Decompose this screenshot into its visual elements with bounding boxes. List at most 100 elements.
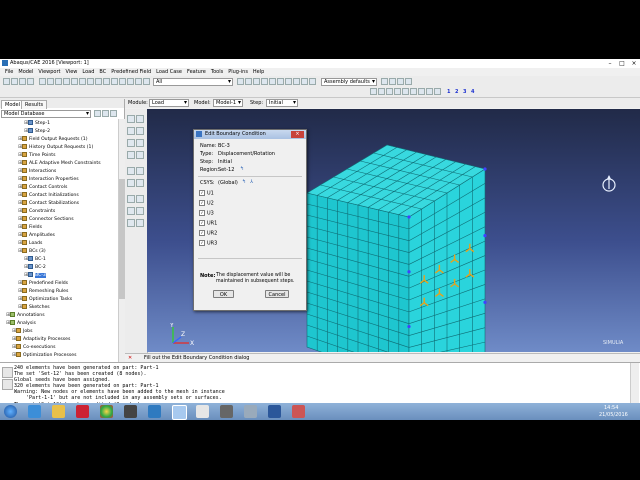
view-cube-icon[interactable] bbox=[601, 175, 617, 195]
tree-item-ale-adaptive-mesh-constraints[interactable]: ⊞ ALE Adaptive Mesh Constraints bbox=[18, 159, 101, 167]
tree-filter-icon[interactable] bbox=[94, 110, 101, 117]
view-x-icon[interactable] bbox=[370, 88, 377, 95]
tree-item-connector-sections[interactable]: ⊞ Connector Sections bbox=[18, 215, 74, 223]
edit-csys-icon[interactable]: ↰ bbox=[242, 179, 246, 185]
word-icon[interactable] bbox=[268, 405, 281, 418]
tree-collapse-icon[interactable] bbox=[110, 110, 117, 117]
load-case-manager-icon[interactable] bbox=[136, 151, 144, 159]
deselect-icon[interactable] bbox=[245, 78, 252, 85]
menu-tools[interactable]: Tools bbox=[211, 68, 223, 76]
select-all-icon[interactable] bbox=[237, 78, 244, 85]
select-arrow-icon[interactable] bbox=[39, 78, 46, 85]
dialog-close-button[interactable]: × bbox=[291, 131, 304, 138]
open-file-icon[interactable] bbox=[11, 78, 18, 85]
create-bc-icon[interactable] bbox=[127, 127, 135, 135]
snip-icon[interactable] bbox=[244, 405, 257, 418]
view-top-icon[interactable] bbox=[402, 88, 409, 95]
tree-item-analysis[interactable]: ⊞ Analysis bbox=[6, 319, 36, 327]
model-select[interactable]: Model-1 bbox=[213, 99, 243, 107]
view-number-3[interactable]: 3 bbox=[463, 87, 466, 97]
parallel-icon[interactable] bbox=[293, 78, 300, 85]
pdf-icon[interactable] bbox=[292, 405, 305, 418]
view-bottom-icon[interactable] bbox=[410, 88, 417, 95]
tree-item-predefined-fields[interactable]: ⊞ Predefined Fields bbox=[18, 279, 68, 287]
minimize-button[interactable]: – bbox=[604, 59, 616, 68]
chrome-icon[interactable] bbox=[100, 405, 113, 418]
query-tool-icon[interactable] bbox=[127, 195, 135, 203]
create-load-case-icon[interactable] bbox=[127, 151, 135, 159]
datum-icon[interactable] bbox=[136, 179, 144, 187]
render-style-icon[interactable] bbox=[261, 78, 268, 85]
menu-load-case[interactable]: Load Case bbox=[156, 68, 182, 76]
tree-item-contact-stabilizations[interactable]: ⊞ Contact Stabilizations bbox=[18, 199, 79, 207]
tree-item-step-2[interactable]: ⊞ Step-2 bbox=[24, 127, 50, 135]
menu-file[interactable]: File bbox=[5, 68, 13, 76]
edit-region-icon[interactable]: ↰ bbox=[240, 166, 244, 172]
tree-item-interactions[interactable]: ⊞ Interactions bbox=[18, 167, 56, 175]
dof-checkbox-u1[interactable]: ✓ U1 bbox=[199, 190, 214, 197]
dof-checkbox-ur1[interactable]: ✓ UR1 bbox=[199, 220, 217, 227]
query-icon[interactable] bbox=[111, 78, 118, 85]
menu-view[interactable]: View bbox=[66, 68, 78, 76]
kernel-command-icon[interactable] bbox=[2, 379, 13, 390]
menu-predefined-field[interactable]: Predefined Field bbox=[111, 68, 151, 76]
partition-icon[interactable] bbox=[136, 195, 144, 203]
tree-item-adaptivity-processes[interactable]: ⊞ Adaptivity Processes bbox=[12, 335, 70, 343]
app-icon[interactable] bbox=[124, 405, 137, 418]
perspective-icon[interactable] bbox=[285, 78, 292, 85]
fit-view-icon[interactable] bbox=[79, 78, 86, 85]
cancel-button[interactable]: Cancel bbox=[265, 290, 289, 298]
abaqus-task-icon[interactable] bbox=[172, 405, 187, 420]
view-right-icon[interactable] bbox=[426, 88, 433, 95]
tree-item-history-output-requests-1[interactable]: ⊞ History Output Requests (1) bbox=[18, 143, 93, 151]
set-manager-icon[interactable] bbox=[127, 207, 135, 215]
shaded-icon[interactable] bbox=[143, 78, 150, 85]
dof-checkbox-u2[interactable]: ✓ U2 bbox=[199, 200, 214, 207]
prompt-cancel-icon[interactable]: ✕ bbox=[128, 355, 132, 361]
menu-viewport[interactable]: Viewport bbox=[38, 68, 60, 76]
maximize-button[interactable]: □ bbox=[616, 59, 628, 68]
tree-item-loads[interactable]: ⊞ Loads bbox=[18, 239, 42, 247]
tree-item-sketches[interactable]: ⊞ Sketches bbox=[18, 303, 50, 311]
tree-item-bc-3[interactable]: ⊞ BC-3 bbox=[24, 271, 46, 279]
media-icon[interactable] bbox=[76, 405, 89, 418]
tree-item-contact-controls[interactable]: ⊞ Contact Controls bbox=[18, 183, 67, 191]
message-area-icon[interactable] bbox=[2, 367, 13, 378]
selection-filter-select[interactable]: All bbox=[153, 78, 233, 86]
surface-manager-icon[interactable] bbox=[136, 207, 144, 215]
bc-manager-icon[interactable] bbox=[136, 127, 144, 135]
remove-display-icon[interactable] bbox=[397, 78, 404, 85]
view-number-1[interactable]: 1 bbox=[447, 87, 450, 97]
display-group-icon[interactable] bbox=[381, 78, 388, 85]
load-manager-icon[interactable] bbox=[136, 115, 144, 123]
print-icon[interactable] bbox=[27, 78, 34, 85]
close-window-button[interactable]: × bbox=[628, 59, 640, 68]
view-y-icon[interactable] bbox=[378, 88, 385, 95]
rotate-icon[interactable] bbox=[55, 78, 62, 85]
tree-item-optimization-processes[interactable]: ⊞ Optimization Processes bbox=[12, 351, 77, 359]
tree-item-constraints[interactable]: ⊞ Constraints bbox=[18, 207, 55, 215]
tree-item-annotations[interactable]: ⊞ Annotations bbox=[6, 311, 45, 319]
module-select[interactable]: Load bbox=[149, 99, 189, 107]
view-z-icon[interactable] bbox=[386, 88, 393, 95]
notepad-icon[interactable] bbox=[196, 405, 209, 418]
field-manager-icon[interactable] bbox=[136, 139, 144, 147]
new-file-icon[interactable] bbox=[3, 78, 10, 85]
zoom-icon[interactable] bbox=[63, 78, 70, 85]
translate-icon[interactable] bbox=[127, 219, 135, 227]
menu-help[interactable]: Help bbox=[253, 68, 264, 76]
tree-scrollbar[interactable] bbox=[118, 119, 125, 367]
query-node-icon[interactable] bbox=[253, 78, 260, 85]
view-back-icon[interactable] bbox=[394, 88, 401, 95]
next-view-icon[interactable] bbox=[103, 78, 110, 85]
selection-mode-icon[interactable] bbox=[127, 78, 134, 85]
filled-icon[interactable] bbox=[277, 78, 284, 85]
front-view-icon[interactable] bbox=[309, 78, 316, 85]
amplitude-icon[interactable] bbox=[136, 167, 144, 175]
start-button-icon[interactable] bbox=[4, 405, 17, 418]
previous-view-icon[interactable] bbox=[95, 78, 102, 85]
photos-icon[interactable] bbox=[148, 405, 161, 418]
menu-plug-ins[interactable]: Plug-ins bbox=[228, 68, 248, 76]
clock-date[interactable]: 21/05/2016 bbox=[599, 412, 628, 418]
rotate-instance-icon[interactable] bbox=[136, 219, 144, 227]
